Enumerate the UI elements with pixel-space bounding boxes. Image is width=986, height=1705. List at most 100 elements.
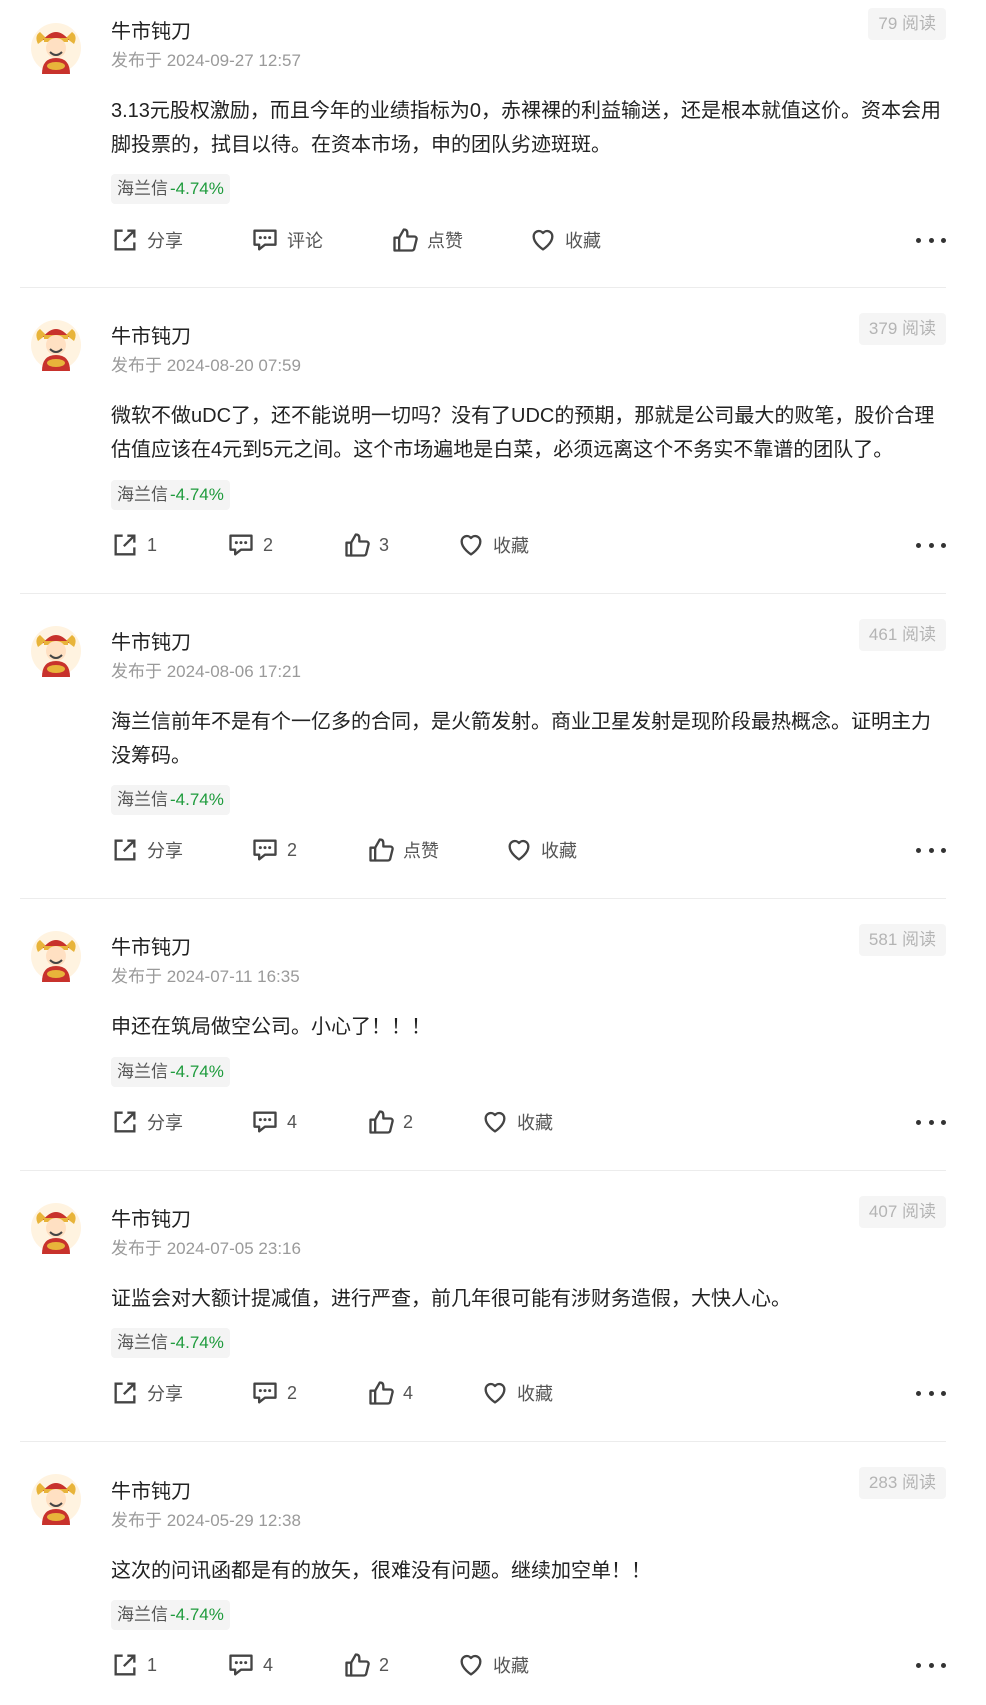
avatar[interactable]: [30, 1202, 82, 1254]
comment-count: 4: [263, 1654, 274, 1675]
action-bar: 分享 2 4 收藏: [111, 1377, 946, 1409]
author-name[interactable]: 牛市钝刀: [111, 320, 191, 349]
favorite-button[interactable]: 收藏: [457, 529, 529, 561]
comment-count: 2: [287, 1382, 298, 1403]
like-button[interactable]: 4: [367, 1377, 413, 1409]
favorite-button[interactable]: 收藏: [457, 1649, 529, 1681]
favorite-label: 收藏: [517, 1113, 553, 1133]
stock-tag[interactable]: 海兰信 -4.74%: [111, 174, 230, 204]
post-content[interactable]: 海兰信前年不是有个一亿多的合同，是火箭发射。商业卫星发射是现阶段最热概念。证明主…: [111, 705, 946, 773]
share-label: 分享: [147, 841, 183, 861]
like-label: 点赞: [403, 841, 439, 861]
action-bar: 分享 4 2 收藏: [111, 1106, 946, 1138]
favorite-label: 收藏: [517, 1384, 553, 1404]
stock-tag[interactable]: 海兰信 -4.74%: [111, 785, 230, 815]
stock-name: 海兰信: [117, 485, 168, 504]
post-item: 牛市钝刀 发布于 2024-08-06 17:21 461 阅读 海兰信前年不是…: [0, 593, 986, 899]
stock-name: 海兰信: [117, 1333, 168, 1352]
thumbs-up-icon: [369, 838, 394, 862]
heart-icon: [484, 1111, 506, 1133]
comment-count: 2: [287, 839, 298, 860]
read-count-badge: 79 阅读: [868, 8, 946, 40]
avatar[interactable]: [30, 1473, 82, 1525]
stock-tag[interactable]: 海兰信 -4.74%: [111, 1057, 230, 1087]
post-time: 发布于 2024-08-06 17:21: [111, 662, 301, 681]
comment-button[interactable]: 2: [251, 1377, 297, 1409]
post-item: 牛市钝刀 发布于 2024-09-27 12:57 79 阅读 3.13元股权激…: [0, 0, 986, 288]
avatar[interactable]: [30, 930, 82, 982]
author-name[interactable]: 牛市钝刀: [111, 931, 191, 960]
post-content[interactable]: 申还在筑局做空公司。小心了！！！: [111, 1010, 946, 1044]
like-label: 点赞: [427, 231, 463, 251]
avatar[interactable]: [30, 22, 82, 74]
post-item: 牛市钝刀 发布于 2024-05-29 12:38 283 阅读 这次的问讯函都…: [0, 1441, 986, 1705]
comment-label: 评论: [287, 231, 323, 251]
like-count: 2: [379, 1654, 390, 1675]
share-icon: [114, 229, 136, 251]
like-button[interactable]: 2: [367, 1106, 413, 1138]
heart-icon: [460, 534, 482, 556]
post-content[interactable]: 这次的问讯函都是有的放矢，很难没有问题。继续加空单！！: [111, 1554, 946, 1588]
favorite-button[interactable]: 收藏: [505, 834, 577, 866]
like-count: 3: [379, 534, 390, 555]
share-icon: [114, 1654, 136, 1676]
share-icon: [114, 534, 136, 556]
like-button[interactable]: 3: [343, 529, 389, 561]
read-count-badge: 407 阅读: [858, 1196, 946, 1228]
author-name[interactable]: 牛市钝刀: [111, 15, 191, 44]
share-icon: [114, 1382, 136, 1404]
comment-button[interactable]: 评论: [251, 224, 323, 256]
stock-name: 海兰信: [117, 1062, 168, 1081]
thumbs-up-icon: [369, 1110, 394, 1134]
author-name[interactable]: 牛市钝刀: [111, 626, 191, 655]
stock-change: -4.74%: [170, 1062, 224, 1081]
more-options-icon[interactable]: [916, 529, 946, 561]
thumbs-up-icon: [345, 1653, 370, 1677]
more-options-icon[interactable]: [916, 1106, 946, 1138]
avatar[interactable]: [30, 319, 82, 371]
favorite-label: 收藏: [493, 536, 529, 556]
post-time: 发布于 2024-05-29 12:38: [111, 1511, 301, 1530]
favorite-button[interactable]: 收藏: [481, 1377, 553, 1409]
like-button[interactable]: 点赞: [367, 834, 439, 866]
action-bar: 分享 2 点赞 收藏: [111, 834, 946, 866]
more-options-icon[interactable]: [916, 834, 946, 866]
share-button[interactable]: 分享: [111, 1377, 183, 1409]
like-count: 4: [403, 1382, 414, 1403]
comment-button[interactable]: 4: [227, 1649, 273, 1681]
stock-tag[interactable]: 海兰信 -4.74%: [111, 1328, 230, 1358]
post-content[interactable]: 证监会对大额计提减值，进行严查，前几年很可能有涉财务造假，大快人心。: [111, 1282, 946, 1316]
author-name[interactable]: 牛市钝刀: [111, 1203, 191, 1232]
comment-button[interactable]: 2: [227, 529, 273, 561]
comment-button[interactable]: 4: [251, 1106, 297, 1138]
share-count: 1: [147, 534, 158, 555]
share-button[interactable]: 分享: [111, 834, 183, 866]
share-button[interactable]: 1: [111, 1649, 157, 1681]
like-button[interactable]: 2: [343, 1649, 389, 1681]
comment-icon: [253, 229, 277, 251]
post-item: 牛市钝刀 发布于 2024-07-05 23:16 407 阅读 证监会对大额计…: [0, 1170, 986, 1442]
post-feed: 牛市钝刀 发布于 2024-09-27 12:57 79 阅读 3.13元股权激…: [0, 0, 986, 1705]
author-name[interactable]: 牛市钝刀: [111, 1475, 191, 1504]
more-options-icon[interactable]: [916, 1649, 946, 1681]
comment-button[interactable]: 2: [251, 834, 297, 866]
read-count-badge: 461 阅读: [858, 619, 946, 651]
more-options-icon[interactable]: [916, 1377, 946, 1409]
avatar[interactable]: [30, 625, 82, 677]
share-button[interactable]: 分享: [111, 224, 183, 256]
comment-icon: [229, 1654, 253, 1676]
more-options-icon[interactable]: [916, 224, 946, 256]
share-button[interactable]: 分享: [111, 1106, 183, 1138]
favorite-button[interactable]: 收藏: [481, 1106, 553, 1138]
heart-icon: [460, 1654, 482, 1676]
favorite-button[interactable]: 收藏: [529, 224, 601, 256]
stock-name: 海兰信: [117, 790, 168, 809]
share-button[interactable]: 1: [111, 529, 157, 561]
share-label: 分享: [147, 231, 183, 251]
post-content[interactable]: 微软不做uDC了，还不能说明一切吗？没有了UDC的预期，那就是公司最大的败笔，股…: [111, 399, 946, 467]
action-bar: 1 4 2 收藏: [111, 1649, 946, 1681]
stock-tag[interactable]: 海兰信 -4.74%: [111, 1600, 230, 1630]
like-button[interactable]: 点赞: [391, 224, 463, 256]
post-content[interactable]: 3.13元股权激励，而且今年的业绩指标为0，赤裸裸的利益输送，还是根本就值这价。…: [111, 94, 946, 162]
stock-tag[interactable]: 海兰信 -4.74%: [111, 480, 230, 510]
